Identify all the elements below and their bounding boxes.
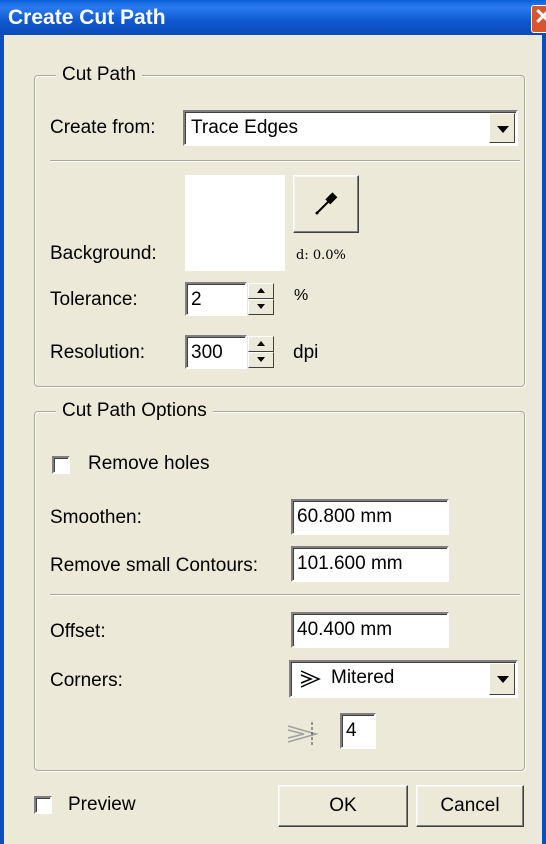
miter-limit-icon [287, 722, 319, 746]
mitered-corner-icon [300, 670, 321, 688]
remove-holes-checkbox[interactable] [52, 456, 70, 474]
miter-limit-input[interactable]: 4 [340, 713, 376, 749]
offset-value: 40.400 mm [297, 619, 393, 640]
spin-up-icon[interactable] [248, 283, 274, 299]
close-button[interactable]: ✕ [531, 5, 546, 33]
spin-up-icon[interactable] [248, 336, 274, 352]
remove-small-contours-input[interactable]: 101.600 mm [291, 546, 449, 582]
tolerance-value: 2 [191, 289, 202, 310]
smoothen-value: 60.800 mm [297, 506, 393, 527]
ok-button-label: OK [329, 795, 357, 816]
delta-readout: d: 0.0% [296, 248, 346, 263]
background-label: Background: [50, 243, 157, 264]
create-from-dropdown[interactable]: Trace Edges [183, 110, 518, 146]
eyedropper-icon [315, 192, 338, 215]
miter-limit-value: 4 [346, 720, 357, 741]
remove-small-contours-label: Remove small Contours: [50, 555, 259, 576]
spin-down-icon[interactable] [248, 352, 274, 368]
resolution-label: Resolution: [50, 342, 146, 363]
resolution-input[interactable]: 300 [185, 335, 247, 369]
smoothen-input[interactable]: 60.800 mm [291, 499, 449, 535]
remove-small-contours-value: 101.600 mm [297, 553, 403, 574]
spin-down-icon[interactable] [248, 299, 274, 315]
preview-checkbox[interactable] [34, 796, 52, 814]
preview-label[interactable]: Preview [68, 794, 136, 816]
options-separator [50, 594, 520, 596]
corners-label: Corners: [50, 670, 123, 691]
resolution-stepper[interactable] [248, 336, 274, 368]
window-frame-left [0, 35, 4, 844]
tolerance-label: Tolerance: [50, 289, 138, 310]
cut-path-group-label: Cut Path [56, 64, 142, 86]
cancel-button-label: Cancel [440, 795, 500, 816]
corners-value: Mitered [331, 667, 395, 688]
window-frame-right [542, 35, 546, 844]
offset-input[interactable]: 40.400 mm [291, 612, 449, 648]
cut-path-separator [50, 160, 520, 162]
offset-label: Offset: [50, 621, 106, 642]
corners-dropdown[interactable]: Mitered [289, 660, 518, 698]
dropdown-arrow-icon[interactable] [489, 113, 515, 143]
tolerance-input[interactable]: 2 [185, 282, 247, 316]
resolution-value: 300 [191, 342, 223, 363]
smoothen-label: Smoothen: [50, 507, 142, 528]
resolution-unit: dpi [293, 342, 319, 363]
ok-button[interactable]: OK [278, 785, 408, 827]
close-icon: ✕ [534, 6, 546, 30]
tolerance-stepper[interactable] [248, 283, 274, 315]
tolerance-unit: % [294, 287, 309, 304]
cut-path-options-group-label: Cut Path Options [56, 400, 213, 422]
cancel-button[interactable]: Cancel [416, 785, 524, 827]
window-title: Create Cut Path [8, 6, 166, 29]
create-from-value: Trace Edges [191, 117, 299, 138]
dropdown-arrow-icon[interactable] [489, 663, 515, 695]
remove-holes-label[interactable]: Remove holes [88, 453, 209, 475]
title-bar: Create Cut Path [0, 0, 546, 35]
create-from-label: Create from: [50, 117, 156, 138]
background-color-swatch[interactable] [185, 175, 285, 271]
eyedropper-button[interactable] [293, 175, 359, 233]
